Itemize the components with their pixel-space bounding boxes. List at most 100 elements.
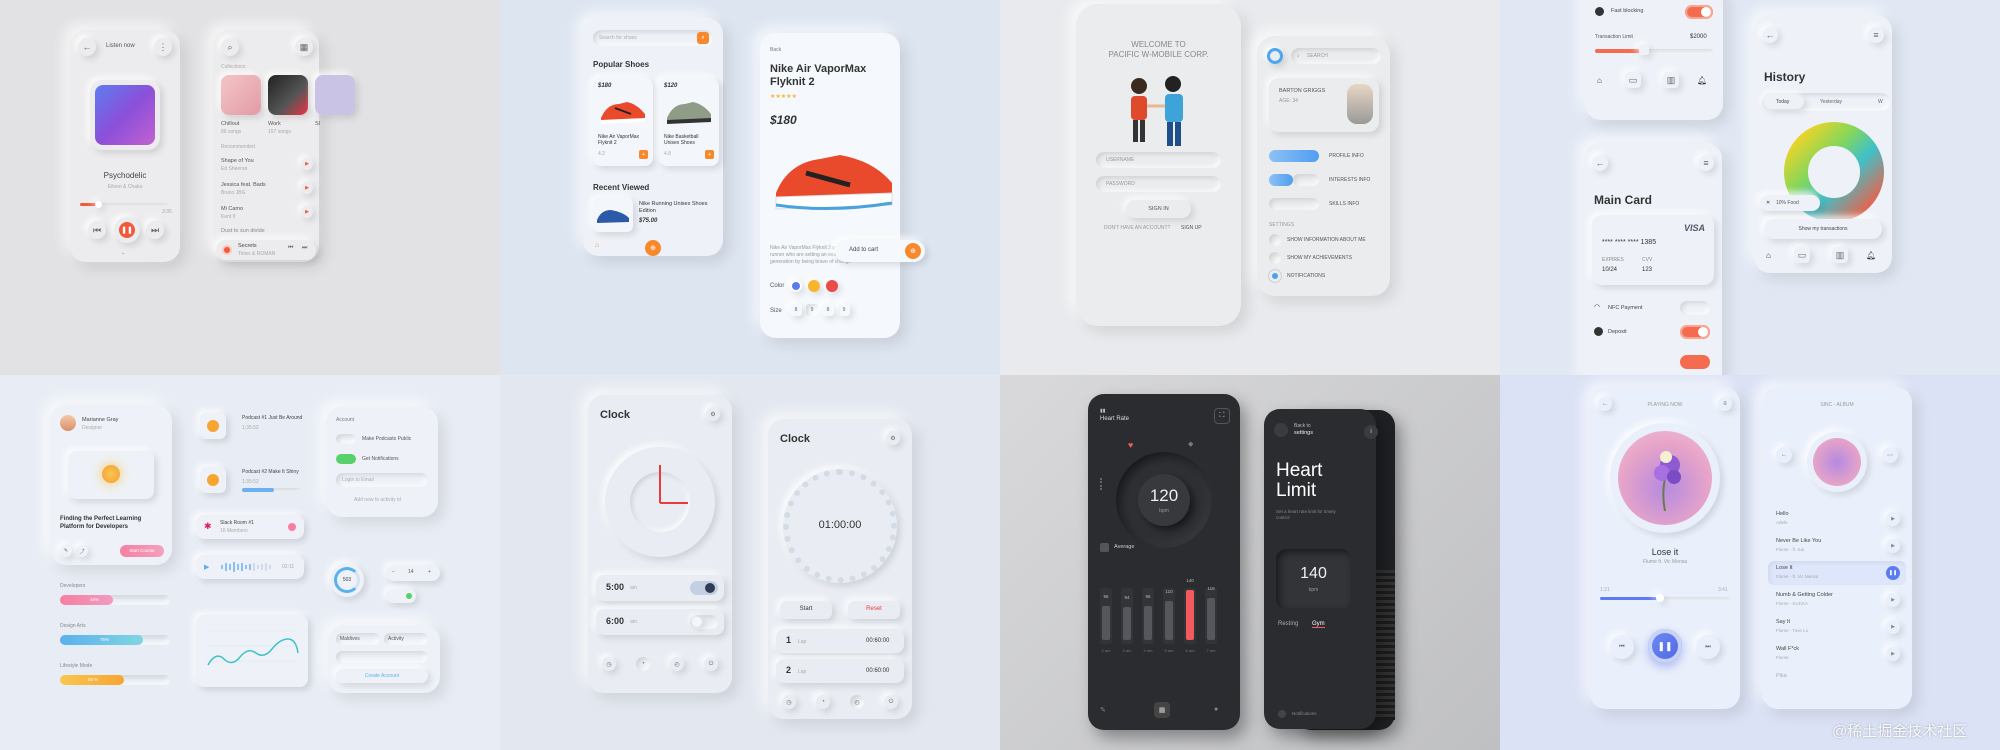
color-swatch-blue[interactable] bbox=[790, 280, 802, 292]
back-button[interactable] bbox=[1274, 423, 1288, 437]
size-option[interactable]: 9 bbox=[838, 304, 850, 316]
info-icon[interactable]: i bbox=[1364, 425, 1378, 439]
pencil-icon[interactable]: ✎ bbox=[60, 545, 72, 557]
close-icon[interactable]: ✕ bbox=[1766, 200, 1770, 206]
next-icon[interactable]: ⏭ bbox=[302, 245, 307, 252]
clock-tab-icon[interactable]: ◔ bbox=[636, 657, 650, 671]
product-card[interactable]: $120 Nike Basketball Unisex Shoes 4.8 + bbox=[659, 78, 719, 166]
home-icon[interactable]: ⌂ bbox=[1766, 251, 1771, 260]
user-icon[interactable]: ● bbox=[1214, 706, 1218, 713]
search-input[interactable]: ⌕ SEARCH bbox=[1291, 48, 1381, 64]
more-button[interactable]: ⋯ bbox=[1882, 447, 1898, 463]
list-item[interactable]: Dust to sun divide bbox=[221, 228, 313, 238]
cart-button[interactable]: ⊕ bbox=[645, 240, 661, 256]
progress-handle[interactable] bbox=[95, 201, 102, 208]
size-option[interactable]: 8 bbox=[790, 304, 802, 316]
menu-button[interactable]: ≡ bbox=[1698, 155, 1714, 171]
collection-work-cover[interactable] bbox=[268, 75, 308, 115]
play-icon[interactable]: ▶ bbox=[1886, 647, 1900, 661]
plus-icon[interactable]: + bbox=[428, 569, 431, 575]
quantity-stepper[interactable]: − 14 + bbox=[386, 565, 440, 581]
color-swatch-yellow[interactable] bbox=[808, 280, 820, 292]
create-account-button[interactable]: Create Account bbox=[336, 669, 428, 683]
progress-handle[interactable] bbox=[1656, 594, 1664, 602]
list-item[interactable]: Numb & Getting Colder Flume - KUCKA ▶ bbox=[1768, 588, 1906, 612]
timer-tab-icon[interactable]: ◴ bbox=[850, 695, 864, 709]
deposit-toggle[interactable] bbox=[1680, 325, 1710, 339]
settings-gear-icon[interactable]: ⚙ bbox=[886, 431, 900, 445]
toggle-row[interactable]: Make Podcasts Public bbox=[336, 433, 431, 445]
next-button[interactable]: ⏭ bbox=[146, 221, 164, 239]
heart-bar[interactable] bbox=[1186, 589, 1194, 640]
alarm-tab-icon[interactable]: ◷ bbox=[782, 695, 796, 709]
heart-bar[interactable] bbox=[1144, 606, 1152, 640]
collection-chillout-cover[interactable] bbox=[221, 75, 261, 115]
podcast-1-thumb[interactable] bbox=[200, 413, 226, 439]
next-button[interactable]: ⏭ bbox=[1696, 635, 1720, 659]
back-button[interactable]: ← bbox=[1592, 155, 1608, 171]
card-icon[interactable]: ▭ bbox=[1794, 247, 1810, 263]
pause-button[interactable]: ❚❚ bbox=[114, 217, 140, 243]
prev-button[interactable]: ⏮ bbox=[88, 221, 106, 239]
heart-bar[interactable] bbox=[1123, 606, 1131, 640]
username-input[interactable]: USERNAME bbox=[1096, 152, 1221, 168]
list-item[interactable]: Never Be Like You Flume - ft. Kai ▶ bbox=[1768, 534, 1906, 558]
minus-icon[interactable]: − bbox=[392, 569, 395, 575]
menu-button[interactable]: ≡ bbox=[1718, 397, 1732, 411]
select-location[interactable]: Maldives bbox=[336, 633, 380, 645]
menu-interests-info[interactable]: INTERESTS INFO bbox=[1269, 172, 1379, 188]
pause-button[interactable]: ❚❚ bbox=[1648, 629, 1682, 663]
prev-icon[interactable]: ⏮ bbox=[288, 245, 293, 252]
list-item[interactable]: Shape of You Ed Sheeran ▶ bbox=[221, 156, 313, 178]
expand-icon[interactable]: ⛶ bbox=[1214, 408, 1230, 424]
grid-button[interactable]: ▦ bbox=[295, 38, 313, 56]
chart-icon[interactable]: ▥ bbox=[1663, 72, 1679, 88]
alarm-toggle-off[interactable] bbox=[690, 615, 718, 629]
list-item[interactable]: Pika bbox=[1768, 669, 1906, 693]
alarm-row[interactable]: 6:00 am bbox=[596, 609, 724, 635]
checkbox[interactable] bbox=[1269, 252, 1281, 264]
progress-track[interactable] bbox=[1600, 597, 1730, 600]
tab-gym[interactable]: Gym bbox=[1312, 621, 1325, 628]
share-icon[interactable]: ⤴ bbox=[76, 545, 88, 557]
text-input[interactable] bbox=[336, 651, 428, 663]
size-option[interactable]: 8 bbox=[822, 304, 834, 316]
grid-icon[interactable]: ▦ bbox=[1154, 702, 1170, 718]
tab-week[interactable]: W bbox=[1878, 99, 1883, 105]
toggle-half[interactable] bbox=[1269, 174, 1293, 186]
podcast-progress[interactable] bbox=[242, 488, 300, 492]
play-icon[interactable]: ▶ bbox=[1886, 539, 1900, 553]
collection-third-cover[interactable] bbox=[315, 75, 355, 115]
fast-blocking-toggle[interactable] bbox=[1685, 5, 1713, 19]
pen-icon[interactable]: ✎ bbox=[1100, 706, 1106, 714]
color-swatch-red[interactable] bbox=[826, 280, 838, 292]
nfc-toggle[interactable] bbox=[1680, 301, 1710, 315]
credit-card[interactable]: VISA **** **** **** 1385 EXPIRES 10/24 C… bbox=[1592, 215, 1714, 285]
toggle-off[interactable] bbox=[1269, 198, 1319, 210]
show-transactions-button[interactable]: Show my transactions bbox=[1764, 219, 1882, 239]
back-link[interactable]: Back bbox=[770, 47, 781, 53]
email-field[interactable]: Login to Email bbox=[336, 473, 428, 487]
pause-icon[interactable]: ❚❚ bbox=[1886, 566, 1900, 580]
play-icon[interactable]: ▶ bbox=[204, 563, 209, 571]
toggle-off[interactable] bbox=[336, 434, 356, 444]
list-item[interactable]: Say It Flume - Tove Lo ▶ bbox=[1768, 615, 1906, 639]
start-button[interactable]: Start bbox=[780, 601, 832, 619]
search-button[interactable]: ⌕ bbox=[221, 38, 239, 56]
tab-yesterday[interactable]: Yesterday bbox=[1820, 99, 1842, 105]
alarm-tab-icon[interactable]: ◷ bbox=[602, 657, 616, 671]
reset-button[interactable]: Reset bbox=[848, 601, 900, 619]
play-icon[interactable]: ▶ bbox=[1886, 593, 1900, 607]
toggle-partial[interactable] bbox=[1680, 355, 1710, 369]
now-playing-bar[interactable]: Secrets Timer & ROMAN ⏮ ⏭ bbox=[216, 240, 316, 260]
heart-bar[interactable] bbox=[1207, 597, 1215, 640]
heart-bar[interactable] bbox=[1102, 606, 1110, 640]
play-icon[interactable]: ▶ bbox=[1886, 620, 1900, 634]
toggle-row[interactable]: Get Notifications bbox=[336, 453, 431, 465]
recent-shoe-thumb[interactable] bbox=[593, 198, 633, 232]
alarm-row[interactable]: 5:00 am bbox=[596, 575, 724, 601]
timer-tab-icon[interactable]: ◴ bbox=[670, 657, 684, 671]
back-button[interactable]: ← bbox=[78, 38, 96, 56]
slack-room-card[interactable]: ✱ Slack Room #1 16 Members bbox=[196, 515, 304, 539]
profile-card[interactable]: BARTON GRIGGS AGE: 34 bbox=[1269, 78, 1379, 132]
